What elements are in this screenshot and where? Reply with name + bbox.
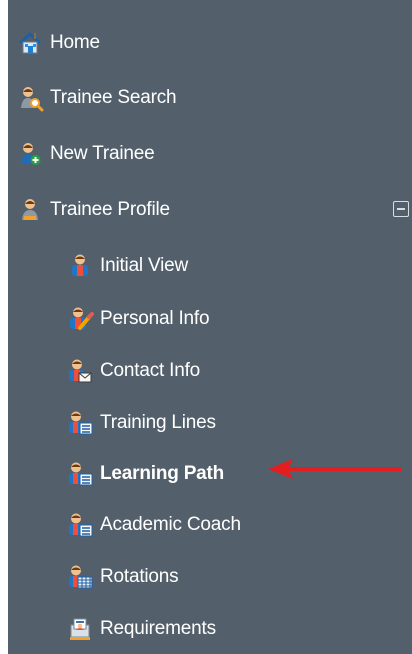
nav-item-new-trainee[interactable]: New Trainee: [16, 139, 155, 169]
nav-item-contact-info[interactable]: Contact Info: [66, 356, 200, 386]
nav-item-training-lines[interactable]: Training Lines: [66, 408, 216, 438]
nav-label-requirements: Requirements: [100, 618, 216, 639]
nav-item-home[interactable]: Home: [16, 28, 100, 58]
nav-item-personal-info[interactable]: Personal Info: [66, 304, 210, 334]
learning-path-icon: [66, 460, 94, 488]
nav-item-trainee-search[interactable]: Trainee Search: [16, 83, 177, 113]
academic-coach-icon: [66, 511, 94, 539]
collapse-toggle-icon[interactable]: [393, 201, 409, 217]
nav-label-training-lines: Training Lines: [100, 412, 216, 433]
nav-label-contact-info: Contact Info: [100, 360, 201, 381]
nav-label-new-trainee: New Trainee: [50, 143, 155, 164]
nav-label-home: Home: [50, 32, 100, 53]
nav-label-trainee-search: Trainee Search: [50, 87, 177, 108]
nav-item-learning-path[interactable]: Learning Path: [66, 459, 224, 489]
annotation-arrow: [264, 457, 401, 481]
trainee-search-icon: [16, 84, 44, 112]
rotations-icon: [66, 563, 94, 591]
nav-label-initial-view: Initial View: [100, 255, 189, 276]
nav-item-requirements[interactable]: Requirements: [66, 614, 216, 644]
training-lines-icon: [66, 409, 94, 437]
contact-info-icon: [66, 357, 94, 385]
nav-item-initial-view[interactable]: Initial View: [66, 251, 188, 281]
nav-item-trainee-profile[interactable]: Trainee Profile: [16, 195, 170, 225]
nav-label-academic-coach: Academic Coach: [100, 514, 241, 535]
nav-item-rotations[interactable]: Rotations: [66, 562, 179, 592]
home-icon: [16, 29, 44, 57]
trainee-profile-icon: [16, 196, 44, 224]
nav-label-personal-info: Personal Info: [100, 308, 210, 329]
initial-view-icon: [66, 252, 94, 280]
requirements-icon: [66, 615, 94, 643]
nav-label-trainee-profile: Trainee Profile: [50, 199, 170, 220]
nav-label-learning-path: Learning Path: [100, 463, 225, 484]
personal-info-icon: [66, 305, 94, 333]
new-trainee-icon: [16, 140, 44, 168]
nav-item-academic-coach[interactable]: Academic Coach: [66, 510, 241, 540]
nav-label-rotations: Rotations: [100, 566, 179, 587]
